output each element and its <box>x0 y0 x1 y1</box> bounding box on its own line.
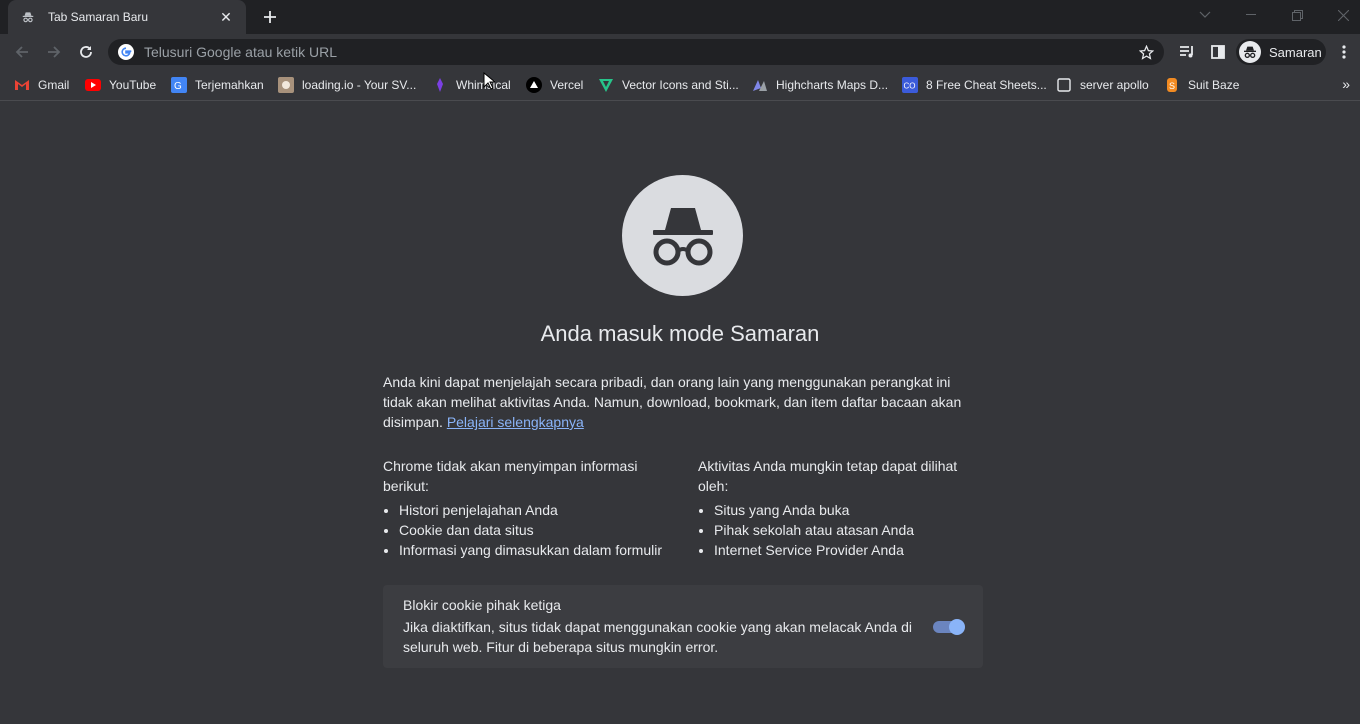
page-icon <box>1056 77 1072 93</box>
list-item: Cookie dan data situs <box>399 520 683 540</box>
profile-button[interactable]: Samaran <box>1236 39 1326 65</box>
intro-text: Anda kini dapat menjelajah secara pribad… <box>383 372 983 432</box>
translate-icon: G <box>171 77 187 93</box>
bookmark-label: Highcharts Maps D... <box>776 78 889 92</box>
bookmark-label: Gmail <box>38 78 70 92</box>
tab-incognito[interactable]: Tab Samaran Baru ✕ <box>8 0 246 34</box>
close-window-icon[interactable] <box>1320 0 1360 30</box>
reload-button[interactable] <box>72 38 100 66</box>
bookmark-vector-icons[interactable]: Vector Icons and Sti... <box>598 76 739 94</box>
restore-icon[interactable] <box>1274 0 1320 30</box>
mouse-cursor-icon <box>483 71 497 95</box>
incognito-icon <box>20 9 36 25</box>
omnibox-input[interactable] <box>142 43 1132 61</box>
cheatsheet-icon: CO <box>902 77 918 93</box>
bookmark-label: 8 Free Cheat Sheets... <box>926 78 1047 92</box>
cookie-description: Jika diaktifkan, situs tidak dapat mengg… <box>403 619 912 655</box>
bookmark-label: Vercel <box>550 78 584 92</box>
tab-strip: Tab Samaran Baru ✕ <box>0 0 1360 34</box>
block-cookies-toggle[interactable] <box>931 619 965 635</box>
learn-more-link[interactable]: Pelajari selengkapnya <box>447 414 584 430</box>
cookie-controls-card: Blokir cookie pihak ketiga Jika diaktifk… <box>383 585 983 668</box>
list-item: Internet Service Provider Anda <box>714 540 983 560</box>
bookmarks-bar: Gmail YouTube G Terjemahkan loading.io -… <box>0 70 1360 101</box>
cookie-title: Blokir cookie pihak ketiga <box>403 597 561 613</box>
toggle-knob <box>949 619 965 635</box>
bookmark-server-apollo[interactable]: server apollo <box>1056 76 1149 94</box>
tab-search-icon[interactable] <box>1182 0 1228 30</box>
list-item: Histori penjelajahan Anda <box>399 500 683 520</box>
back-button[interactable] <box>8 38 36 66</box>
bookmark-cheat-sheets[interactable]: CO 8 Free Cheat Sheets... <box>902 76 1047 94</box>
vercel-icon <box>526 77 542 93</box>
bookmark-gmail[interactable]: Gmail <box>14 76 69 94</box>
forward-button[interactable] <box>40 38 68 66</box>
media-controls-icon[interactable] <box>1175 40 1199 64</box>
profile-label: Samaran <box>1269 44 1322 60</box>
page-title: Anda masuk mode Samaran <box>540 321 820 346</box>
bookmark-whimsical[interactable]: Whimsical <box>432 76 511 94</box>
list-item: Situs yang Anda buka <box>714 500 983 520</box>
new-tab-button[interactable] <box>258 6 282 28</box>
google-icon <box>118 44 134 60</box>
gmail-icon <box>14 77 30 93</box>
bookmark-label: YouTube <box>109 78 157 92</box>
bookmark-label: Vector Icons and Sti... <box>622 78 739 92</box>
youtube-icon <box>85 77 101 93</box>
bookmarks-overflow-icon[interactable]: » <box>1342 76 1350 92</box>
not-saved-column: Chrome tidak akan menyimpan informasi be… <box>383 456 683 560</box>
visible-to-column: Aktivitas Anda mungkin tetap dapat dilih… <box>698 456 983 560</box>
visible-to-title: Aktivitas Anda mungkin tetap dapat dilih… <box>698 458 958 494</box>
list-item: Informasi yang dimasukkan dalam formulir <box>399 540 683 560</box>
bookmark-highcharts[interactable]: Highcharts Maps D... <box>752 76 888 94</box>
tab-title: Tab Samaran Baru <box>48 10 149 24</box>
bookmark-suit-baze[interactable]: S Suit Baze <box>1164 76 1239 94</box>
bookmark-star-icon[interactable] <box>1132 39 1160 65</box>
bookmark-label: Terjemahkan <box>195 78 264 92</box>
not-saved-title: Chrome tidak akan menyimpan informasi be… <box>383 458 638 494</box>
side-panel-icon[interactable] <box>1206 40 1230 64</box>
incognito-avatar-icon <box>1239 41 1261 63</box>
svg-text:G: G <box>174 81 182 92</box>
omnibox[interactable] <box>108 39 1164 65</box>
incognito-large-icon <box>622 175 743 296</box>
minimize-icon[interactable] <box>1228 0 1274 30</box>
bookmark-label: server apollo <box>1080 78 1149 92</box>
loadingio-icon <box>278 77 294 93</box>
bookmark-youtube[interactable]: YouTube <box>85 76 156 94</box>
menu-kebab-icon[interactable] <box>1332 40 1356 64</box>
bookmark-vercel[interactable]: Vercel <box>526 76 583 94</box>
bookmark-terjemahkan[interactable]: G Terjemahkan <box>171 76 264 94</box>
incognito-page: Anda masuk mode Samaran Anda kini dapat … <box>0 101 1360 724</box>
svg-text:S: S <box>1169 81 1175 91</box>
bookmark-loadingio[interactable]: loading.io - Your SV... <box>278 76 416 94</box>
highcharts-icon <box>752 77 768 93</box>
toolbar: Samaran <box>0 34 1360 70</box>
suitbaze-icon: S <box>1164 77 1180 93</box>
close-tab-icon[interactable]: ✕ <box>216 7 236 27</box>
bookmark-label: Suit Baze <box>1188 78 1240 92</box>
vector-icons-icon <box>598 77 614 93</box>
bookmark-label: loading.io - Your SV... <box>302 78 417 92</box>
list-item: Pihak sekolah atau atasan Anda <box>714 520 983 540</box>
whimsical-icon <box>432 77 448 93</box>
svg-text:CO: CO <box>904 82 916 91</box>
